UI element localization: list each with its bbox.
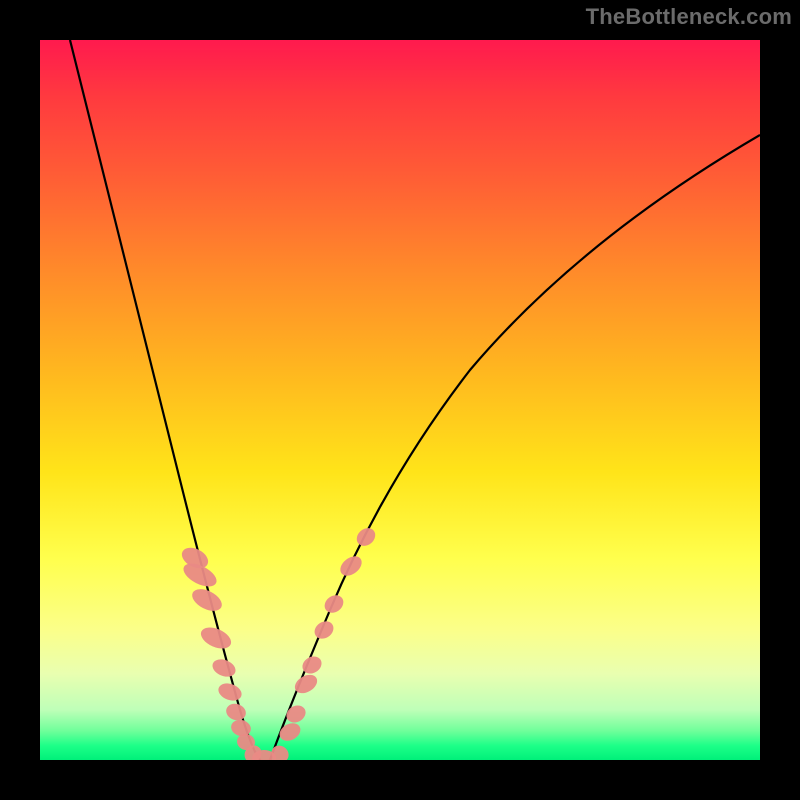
plot-area [40,40,760,760]
watermark-text: TheBottleneck.com [586,4,792,30]
scatter-marker [337,552,366,579]
scatter-marker [216,680,244,703]
scatter-marker [210,656,238,680]
scatter-marker [321,592,347,617]
chart-svg [40,40,760,760]
right-branch-curve [270,135,760,760]
scatter-marker [198,623,235,652]
scatter-marker [224,701,248,722]
scatter-marker [277,720,304,744]
chart-frame: TheBottleneck.com [0,0,800,800]
scatter-marker [353,524,379,549]
left-branch-curve [70,40,260,760]
scatter-marker [283,702,308,726]
scatter-markers [178,524,378,760]
scatter-marker [311,618,337,642]
